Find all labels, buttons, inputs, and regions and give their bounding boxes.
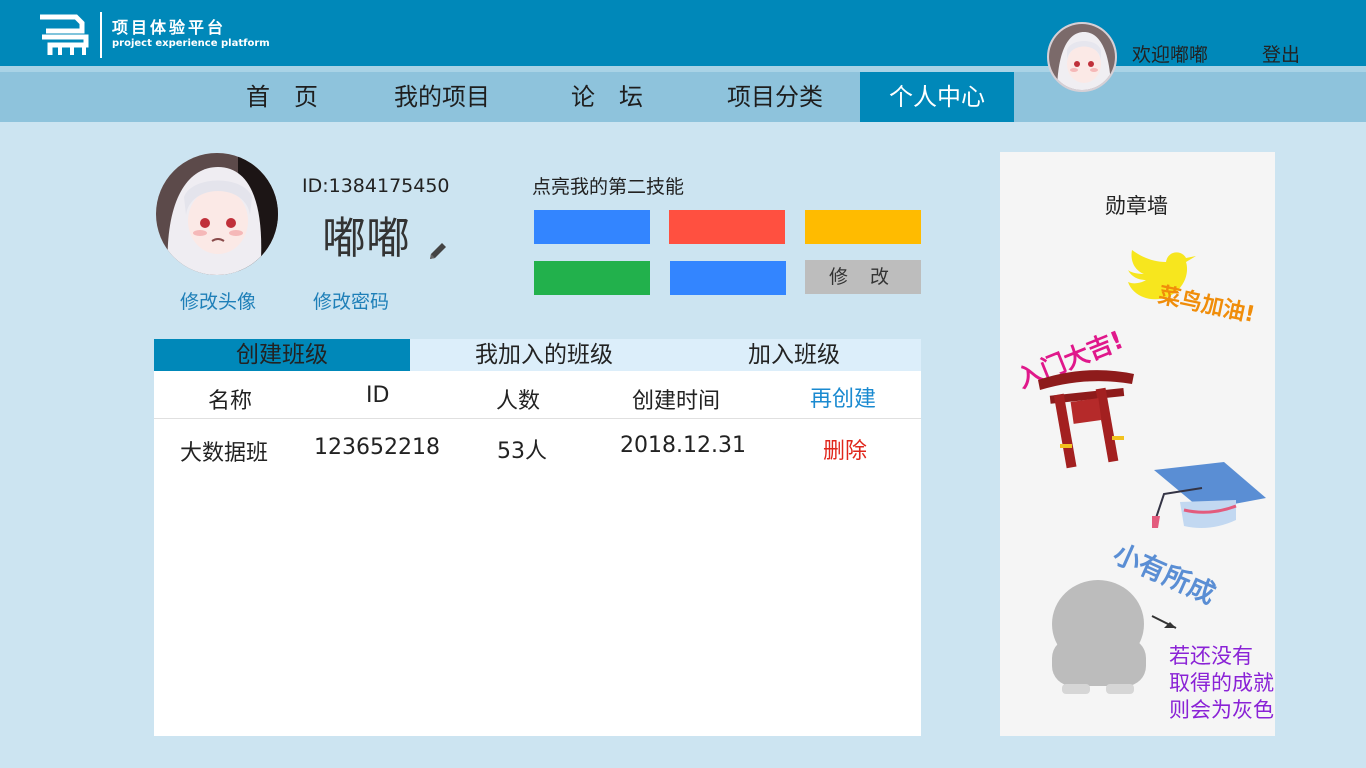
user-avatar[interactable]: [1047, 22, 1117, 92]
badge-note-line-2: 取得的成就: [1169, 671, 1274, 695]
edit-password-link[interactable]: 修改密码: [313, 287, 389, 314]
logo-title: 项目体验平台: [112, 18, 227, 37]
nav-my-projects[interactable]: 我的项目: [382, 72, 502, 122]
cell-member-count: 53人: [497, 439, 547, 464]
skill-slot-1[interactable]: [534, 210, 650, 244]
grey-locked-badge-icon: [1052, 580, 1146, 694]
skill-slot-3[interactable]: [805, 210, 921, 244]
badge-wall-title: 勋章墙: [1105, 194, 1168, 218]
column-header-name: 名称: [208, 389, 253, 414]
pencil-icon[interactable]: [427, 240, 449, 262]
welcome-text: 欢迎嘟嘟: [1132, 44, 1209, 66]
skill-slot-5[interactable]: [670, 261, 786, 295]
logo-icon: [40, 14, 89, 55]
nav-forum[interactable]: 论 坛: [552, 72, 662, 122]
edit-avatar-link[interactable]: 修改头像: [180, 287, 256, 314]
logout-link[interactable]: 登出: [1262, 40, 1300, 67]
class-table: [154, 371, 921, 736]
edit-skills-button[interactable]: 修 改: [805, 260, 921, 294]
skills-title: 点亮我的第二技能: [532, 176, 685, 198]
logo-divider: [100, 12, 102, 58]
tab-joined-classes[interactable]: 我加入的班级: [416, 339, 672, 371]
badge-note-line-3: 则会为灰色: [1169, 698, 1274, 722]
logo-subtitle: project experience platform: [112, 38, 270, 49]
badge-note-line-1: 若还没有: [1169, 644, 1253, 668]
delete-class-button[interactable]: 删除: [823, 433, 867, 465]
nav-categories[interactable]: 项目分类: [712, 72, 838, 122]
arrow-icon: [1151, 615, 1177, 629]
nav-personal-center[interactable]: 个人中心: [860, 72, 1014, 122]
user-id: ID:1384175450: [302, 175, 450, 197]
profile-avatar[interactable]: [156, 153, 278, 275]
tab-join-class[interactable]: 加入班级: [666, 339, 922, 371]
nav-home[interactable]: 首 页: [224, 72, 340, 122]
cell-class-name: 大数据班: [180, 441, 269, 466]
column-header-count: 人数: [496, 389, 541, 414]
skill-slot-4[interactable]: [534, 261, 650, 295]
cell-class-id: 123652218: [314, 435, 440, 460]
column-header-id: ID: [366, 383, 390, 408]
cell-created-date: 2018.12.31: [620, 433, 746, 458]
table-divider: [154, 418, 921, 419]
tab-created-classes[interactable]: 创建班级: [154, 339, 410, 371]
profile-avatar-image-icon: [156, 153, 278, 275]
column-header-created: 创建时间: [632, 389, 721, 414]
torii-gate-icon: [1038, 370, 1134, 469]
graduation-cap-icon: [1152, 462, 1266, 528]
create-again-button[interactable]: 再创建: [810, 381, 876, 413]
main-nav: [0, 72, 1366, 122]
nickname: 嘟嘟: [322, 213, 410, 264]
skill-slot-2[interactable]: [669, 210, 785, 244]
